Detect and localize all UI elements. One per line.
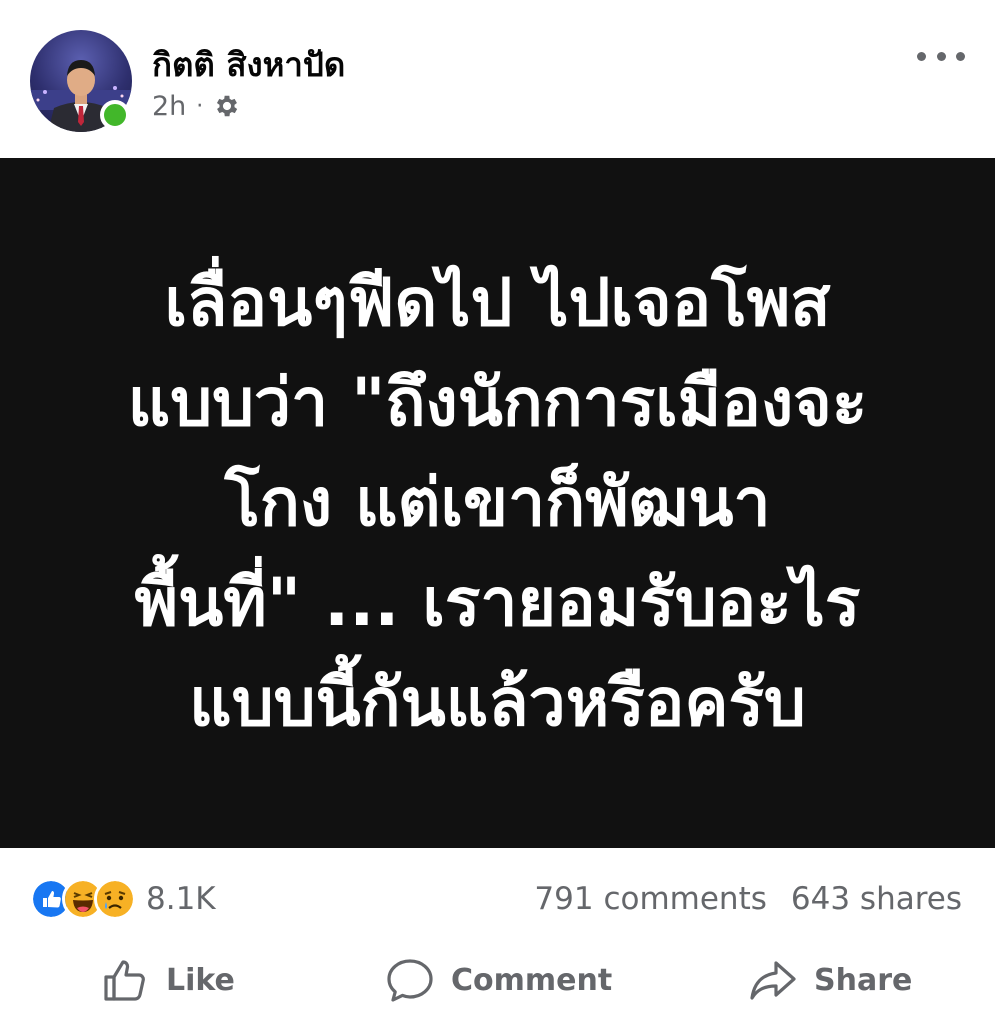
post-text: เลื่อนๆฟีดไป ไปเจอโพส แบบว่า "ถึงนักการเ…	[48, 253, 948, 753]
facebook-post: กิตติ สิงหาปัด 2h · เลื่อนๆฟีดไป ไปเจอโพ…	[0, 0, 995, 1024]
meta-separator: ·	[196, 93, 204, 119]
post-text-line: พื้นที่" ... เรายอมรับอะไร	[134, 564, 861, 641]
more-options-button[interactable]	[917, 38, 965, 74]
post-text-line: แบบนี้กันแล้วหรือครับ	[189, 664, 806, 741]
sad-reaction-icon	[94, 878, 136, 920]
thumbs-up-icon	[100, 955, 150, 1005]
gear-icon[interactable]	[213, 92, 241, 120]
post-stats: 8.1K 791 comments 643 shares	[0, 848, 995, 950]
post-timestamp[interactable]: 2h	[152, 91, 186, 122]
post-text-card[interactable]: เลื่อนๆฟีดไป ไปเจอโพส แบบว่า "ถึงนักการเ…	[0, 158, 995, 848]
comment-button[interactable]: Comment	[385, 950, 612, 1010]
comment-label: Comment	[451, 962, 613, 998]
share-arrow-icon	[748, 955, 798, 1005]
comments-count[interactable]: 791 comments	[534, 881, 766, 917]
online-status-indicator	[100, 100, 130, 130]
reaction-count[interactable]: 8.1K	[146, 881, 216, 917]
post-text-line: เลื่อนๆฟีดไป ไปเจอโพส	[164, 264, 831, 341]
shares-count[interactable]: 643 shares	[791, 881, 962, 917]
author-name[interactable]: กิตติ สิงหาปัด	[152, 38, 345, 91]
reactions-summary[interactable]: 8.1K	[30, 878, 216, 920]
post-actions: Like Comment Share	[0, 950, 995, 1010]
post-text-line: โกง แต่เขาก็พัฒนา	[224, 464, 771, 541]
more-horizontal-icon	[917, 51, 926, 61]
like-label: Like	[166, 962, 235, 998]
post-meta: 2h ·	[152, 86, 241, 126]
more-dot	[956, 51, 965, 61]
comment-bubble-icon	[385, 955, 435, 1005]
more-dot	[936, 51, 946, 61]
engagement-counts: 791 comments 643 shares	[534, 878, 962, 920]
post-header: กิตติ สิงหาปัด 2h ·	[0, 0, 995, 158]
share-button[interactable]: Share	[748, 950, 912, 1010]
post-text-line: แบบว่า "ถึงนักการเมืองจะ	[127, 364, 868, 441]
share-label: Share	[814, 962, 913, 998]
like-button[interactable]: Like	[100, 950, 235, 1010]
